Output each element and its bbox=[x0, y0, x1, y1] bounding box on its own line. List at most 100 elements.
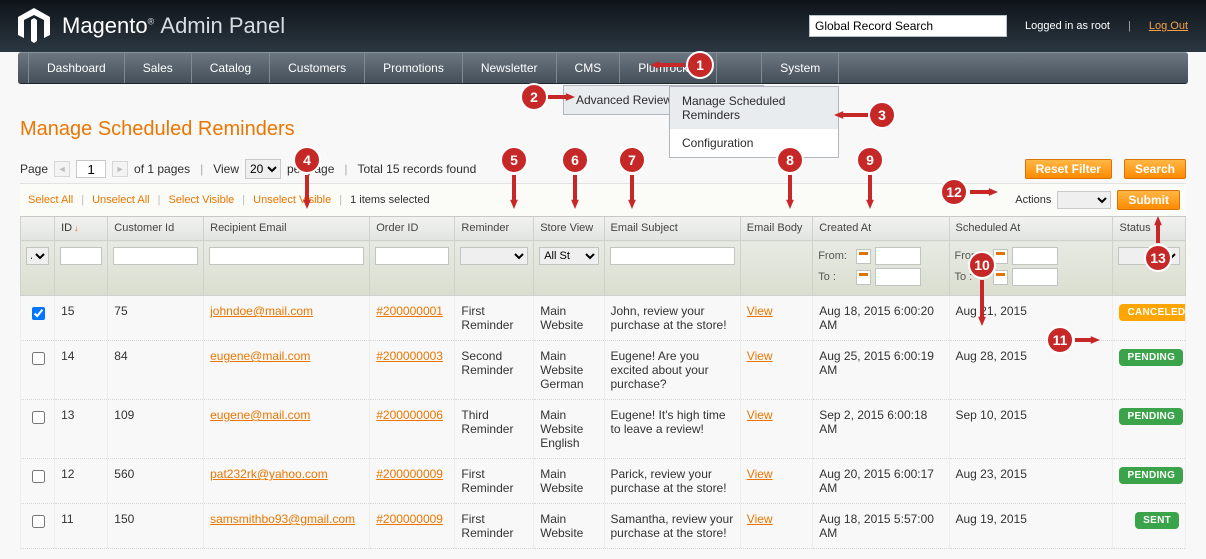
actions-label: Actions bbox=[1015, 194, 1051, 206]
cell-email-link[interactable]: pat232rk@yahoo.com bbox=[210, 467, 328, 481]
actions-select[interactable] bbox=[1057, 191, 1111, 209]
col-checkbox[interactable] bbox=[21, 217, 55, 241]
cell-email-link[interactable]: eugene@mail.com bbox=[210, 408, 310, 422]
cell-scheduled: Aug 23, 2015 bbox=[949, 459, 1113, 504]
nav-system[interactable]: System bbox=[762, 53, 839, 83]
filter-checkbox[interactable]: Any bbox=[26, 247, 49, 265]
filter-email[interactable] bbox=[209, 247, 364, 265]
next-page-button[interactable]: ► bbox=[112, 161, 128, 177]
table-row[interactable]: 1484eugene@mail.com#200000003Second Remi… bbox=[21, 341, 1186, 400]
cell-email-link[interactable]: johndoe@mail.com bbox=[210, 304, 313, 318]
dropdown-item-advanced-reviews[interactable]: Advanced Reviews & Reminders Manage Sche… bbox=[564, 86, 763, 114]
cell-order-link[interactable]: #200000003 bbox=[376, 349, 443, 363]
table-row[interactable]: 11150samsmithbo93@gmail.com#200000009Fir… bbox=[21, 504, 1186, 549]
nav-catalog[interactable]: Catalog bbox=[192, 53, 270, 83]
sort-desc-icon: ↓ bbox=[74, 223, 79, 233]
calendar-icon[interactable] bbox=[993, 270, 1008, 285]
col-id[interactable]: ID↓ bbox=[55, 217, 108, 241]
cell-id: 11 bbox=[55, 504, 108, 549]
prev-page-button[interactable]: ◄ bbox=[54, 161, 70, 177]
nav-newsletter[interactable]: Newsletter bbox=[463, 53, 557, 83]
filter-id[interactable] bbox=[60, 247, 102, 265]
table-row[interactable]: 13109eugene@mail.com#200000006Third Remi… bbox=[21, 400, 1186, 459]
cell-body-link[interactable]: View bbox=[747, 408, 773, 422]
filter-customer-id[interactable] bbox=[113, 247, 198, 265]
cell-customer-id: 84 bbox=[108, 341, 204, 400]
nav-hidden[interactable] bbox=[717, 53, 762, 83]
cell-order-link[interactable]: #200000006 bbox=[376, 408, 443, 422]
row-checkbox[interactable] bbox=[32, 470, 45, 483]
table-row[interactable]: 1575johndoe@mail.com#200000001First Remi… bbox=[21, 296, 1186, 341]
logout-link[interactable]: Log Out bbox=[1149, 20, 1188, 32]
pager-page-label: Page bbox=[20, 162, 48, 176]
col-order-id[interactable]: Order ID bbox=[370, 217, 455, 241]
col-recipient-email[interactable]: Recipient Email bbox=[204, 217, 370, 241]
cell-reminder: First Reminder bbox=[455, 296, 534, 341]
nav-cms[interactable]: CMS bbox=[557, 53, 621, 83]
cell-store: Main Website German bbox=[534, 341, 604, 400]
col-email-subject[interactable]: Email Subject bbox=[604, 217, 740, 241]
cell-reminder: First Reminder bbox=[455, 504, 534, 549]
col-email-body[interactable]: Email Body bbox=[740, 217, 812, 241]
cell-customer-id: 75 bbox=[108, 296, 204, 341]
filter-order-id[interactable] bbox=[375, 247, 449, 265]
per-page-select[interactable]: 20 bbox=[245, 159, 281, 179]
cell-body-link[interactable]: View bbox=[747, 349, 773, 363]
nav-sales[interactable]: Sales bbox=[125, 53, 192, 83]
nav-customers[interactable]: Customers bbox=[270, 53, 365, 83]
table-row[interactable]: 12560pat232rk@yahoo.com#200000009First R… bbox=[21, 459, 1186, 504]
row-checkbox[interactable] bbox=[32, 411, 45, 424]
cell-subject: Eugene! It's high time to leave a review… bbox=[604, 400, 740, 459]
unselect-all-link[interactable]: Unselect All bbox=[92, 194, 149, 206]
pager-of-pages: of 1 pages bbox=[134, 162, 190, 176]
select-visible-link[interactable]: Select Visible bbox=[168, 194, 234, 206]
reset-filter-button[interactable]: Reset Filter bbox=[1025, 159, 1112, 179]
filter-subject[interactable] bbox=[610, 247, 735, 265]
cell-email-link[interactable]: samsmithbo93@gmail.com bbox=[210, 512, 355, 526]
cell-body-link[interactable]: View bbox=[747, 512, 773, 526]
col-customer-id[interactable]: Customer Id bbox=[108, 217, 204, 241]
cell-order-link[interactable]: #200000009 bbox=[376, 512, 443, 526]
page-input[interactable] bbox=[76, 160, 106, 178]
global-search-input[interactable] bbox=[809, 15, 1007, 37]
select-all-link[interactable]: Select All bbox=[28, 194, 73, 206]
row-checkbox[interactable] bbox=[32, 307, 45, 320]
submit-button[interactable]: Submit bbox=[1117, 190, 1180, 210]
filter-scheduled-to[interactable] bbox=[1012, 268, 1058, 286]
cell-order-link[interactable]: #200000009 bbox=[376, 467, 443, 481]
calendar-icon[interactable] bbox=[856, 249, 871, 264]
nav-dashboard[interactable]: Dashboard bbox=[28, 53, 125, 83]
nav-promotions[interactable]: Promotions bbox=[365, 53, 463, 83]
col-created-at[interactable]: Created At bbox=[813, 217, 949, 241]
calendar-icon[interactable] bbox=[856, 270, 871, 285]
nav-plumrocket[interactable]: Plumrocket bbox=[620, 53, 717, 83]
filter-created-from[interactable] bbox=[875, 247, 921, 265]
row-checkbox[interactable] bbox=[32, 352, 45, 365]
search-button[interactable]: Search bbox=[1124, 159, 1186, 179]
cell-body-link[interactable]: View bbox=[747, 304, 773, 318]
cell-body-link[interactable]: View bbox=[747, 467, 773, 481]
filter-reminder[interactable] bbox=[460, 247, 528, 265]
calendar-icon[interactable] bbox=[993, 249, 1008, 264]
cell-order-link[interactable]: #200000001 bbox=[376, 304, 443, 318]
filter-store[interactable]: All St bbox=[539, 247, 598, 265]
col-scheduled-at[interactable]: Scheduled At bbox=[949, 217, 1113, 241]
dropdown-submenu: Manage Scheduled Reminders Configuration bbox=[669, 86, 839, 158]
col-status[interactable]: Status bbox=[1113, 217, 1186, 241]
cell-scheduled: Aug 21, 2015 bbox=[949, 296, 1113, 341]
cell-email-link[interactable]: eugene@mail.com bbox=[210, 349, 310, 363]
unselect-visible-link[interactable]: Unselect Visible bbox=[253, 194, 331, 206]
col-reminder[interactable]: Reminder bbox=[455, 217, 534, 241]
col-store-view[interactable]: Store View bbox=[534, 217, 604, 241]
filter-status[interactable] bbox=[1118, 247, 1180, 265]
filter-created-to[interactable] bbox=[875, 268, 921, 286]
cell-scheduled: Sep 10, 2015 bbox=[949, 400, 1113, 459]
dropdown-item-configuration[interactable]: Configuration bbox=[670, 129, 838, 157]
status-badge: SENT bbox=[1135, 512, 1179, 529]
dropdown-item-manage-scheduled[interactable]: Manage Scheduled Reminders bbox=[670, 87, 838, 129]
status-badge: PENDING bbox=[1119, 467, 1183, 484]
row-checkbox[interactable] bbox=[32, 515, 45, 528]
cell-reminder: Second Reminder bbox=[455, 341, 534, 400]
grid-header-row: ID↓ Customer Id Recipient Email Order ID… bbox=[21, 217, 1186, 241]
filter-scheduled-from[interactable] bbox=[1012, 247, 1058, 265]
